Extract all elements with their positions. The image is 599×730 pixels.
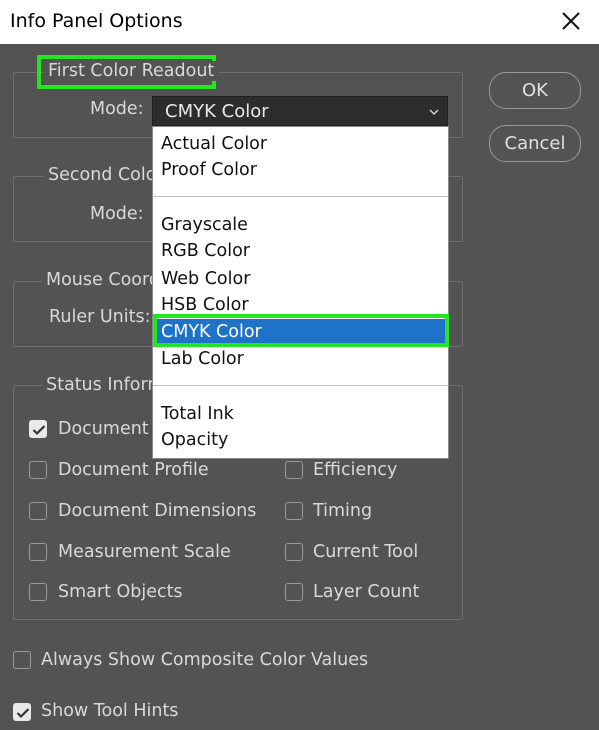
status-label-document-profile: Document Profile	[58, 460, 209, 480]
chevron-down-icon	[429, 109, 439, 116]
window-title: Info Panel Options	[10, 10, 183, 32]
option-rgb-color[interactable]: RGB Color	[153, 238, 448, 264]
second-readout-legend: Second Color	[44, 165, 168, 185]
checkbox-timing[interactable]	[285, 502, 303, 520]
checkbox-document-profile[interactable]	[29, 461, 47, 479]
check-icon	[32, 425, 46, 436]
option-proof-color[interactable]: Proof Color	[153, 157, 448, 183]
option-grayscale[interactable]: Grayscale	[153, 212, 448, 238]
composite-values-label: Always Show Composite Color Values	[41, 650, 369, 670]
tool-hints-label: Show Tool Hints	[41, 701, 179, 721]
checkbox-smart-objects[interactable]	[29, 583, 47, 601]
status-label-document-sizes: Document S	[58, 419, 166, 439]
option-actual-color[interactable]: Actual Color	[153, 131, 448, 157]
dropdown-separator	[153, 385, 448, 386]
checkbox-current-tool[interactable]	[285, 543, 303, 561]
status-label-smart-objects: Smart Objects	[58, 582, 183, 602]
status-label-efficiency: Efficiency	[313, 460, 398, 480]
checkbox-tool-hints[interactable]	[13, 703, 31, 721]
checkbox-document-dimensions[interactable]	[29, 502, 47, 520]
checkbox-layer-count[interactable]	[285, 583, 303, 601]
status-label-timing: Timing	[313, 501, 373, 521]
status-info-legend: Status Inform	[42, 375, 169, 395]
ruler-units-label: Ruler Units:	[49, 307, 151, 327]
ok-button[interactable]: OK	[489, 72, 581, 109]
dropdown-separator	[153, 196, 448, 197]
checkbox-measurement-scale[interactable]	[29, 543, 47, 561]
check-icon	[16, 708, 30, 719]
checkbox-document-sizes[interactable]	[29, 420, 47, 438]
status-label-current-tool: Current Tool	[313, 542, 419, 562]
cancel-button[interactable]: Cancel	[489, 125, 581, 162]
first-mode-label: Mode:	[90, 99, 144, 119]
mode-select[interactable]: CMYK Color	[152, 96, 448, 126]
checkbox-efficiency[interactable]	[285, 461, 303, 479]
second-mode-label: Mode:	[90, 204, 144, 224]
mode-select-value: CMYK Color	[165, 101, 269, 122]
status-label-document-dimensions: Document Dimensions	[58, 501, 257, 521]
status-label-layer-count: Layer Count	[313, 582, 420, 602]
status-label-measurement-scale: Measurement Scale	[58, 542, 231, 562]
checkbox-composite-values[interactable]	[13, 651, 31, 669]
option-lab-color[interactable]: Lab Color	[153, 346, 448, 372]
first-readout-legend: First Color Readout	[44, 61, 219, 81]
option-web-color[interactable]: Web Color	[153, 266, 448, 292]
cmyk-option-highlight	[153, 314, 449, 347]
title-bar: Info Panel Options	[0, 0, 599, 44]
close-icon[interactable]	[558, 8, 584, 34]
mouse-coords-legend: Mouse Coord	[42, 270, 164, 290]
mode-dropdown-list: Actual Color Proof Color Grayscale RGB C…	[152, 126, 449, 459]
option-total-ink[interactable]: Total Ink	[153, 401, 448, 427]
option-opacity[interactable]: Opacity	[153, 427, 448, 453]
